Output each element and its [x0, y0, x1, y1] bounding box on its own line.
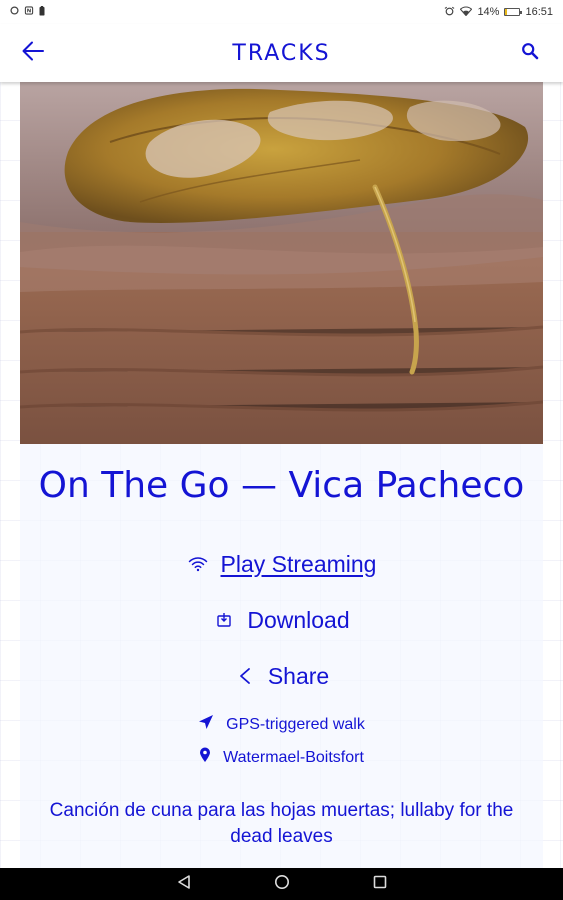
- nav-home-button[interactable]: [271, 873, 293, 895]
- cover-image: [20, 82, 543, 444]
- battery-saver-icon: [39, 5, 45, 19]
- search-button[interactable]: [513, 36, 547, 70]
- location-label: Watermael-Boitsfort: [223, 748, 364, 766]
- track-description: Canción de cuna para las hojas muertas; …: [49, 800, 514, 847]
- battery-level-fill: [505, 9, 508, 15]
- clock-time: 16:51: [525, 6, 553, 18]
- download-icon: [213, 609, 235, 631]
- location-pin-icon: [199, 747, 211, 768]
- play-streaming-label: Play Streaming: [220, 550, 377, 577]
- system-nav-bar: [0, 868, 563, 900]
- track-actions: Play Streaming Download Share: [20, 536, 543, 704]
- share-label: Share: [267, 662, 330, 689]
- circle-icon: [10, 6, 19, 18]
- download-label: Download: [247, 606, 350, 633]
- battery-percent: 14%: [477, 6, 500, 18]
- download-button[interactable]: Download: [213, 592, 350, 648]
- nav-recents-button[interactable]: [369, 873, 391, 895]
- app-bar: TRACKS: [0, 24, 563, 82]
- home-circle-icon: [274, 874, 290, 895]
- arrow-left-icon: [22, 41, 44, 66]
- back-button[interactable]: [16, 36, 50, 70]
- battery-icon: [504, 8, 523, 16]
- wifi-icon: [187, 553, 209, 575]
- navigation-arrow-icon: [198, 714, 214, 735]
- nav-back-button[interactable]: [173, 873, 195, 895]
- track-detail: On The Go — Vica Pacheco Play Streaming: [20, 82, 543, 868]
- share-icon: [234, 665, 256, 687]
- nfc-icon: [24, 6, 34, 18]
- track-title: On The Go — Vica Pacheco: [38, 465, 525, 506]
- recents-square-icon: [373, 875, 387, 894]
- share-button[interactable]: Share: [234, 648, 329, 704]
- track-meta: GPS-triggered walk Watermael-Boitsfort: [20, 714, 543, 768]
- walk-type-label: GPS-triggered walk: [226, 715, 365, 733]
- alarm-icon: [444, 6, 455, 19]
- page-title: TRACKS: [232, 40, 331, 66]
- wifi-icon: [460, 5, 473, 19]
- status-bar: 14% 16:51: [0, 0, 563, 24]
- status-right-icons: 14% 16:51: [444, 5, 553, 19]
- play-streaming-button[interactable]: Play Streaming: [187, 536, 377, 592]
- walk-type: GPS-triggered walk: [198, 714, 365, 735]
- location: Watermael-Boitsfort: [199, 747, 364, 768]
- search-icon: [521, 42, 539, 65]
- back-triangle-icon: [177, 874, 191, 895]
- status-left-icons: [10, 5, 45, 19]
